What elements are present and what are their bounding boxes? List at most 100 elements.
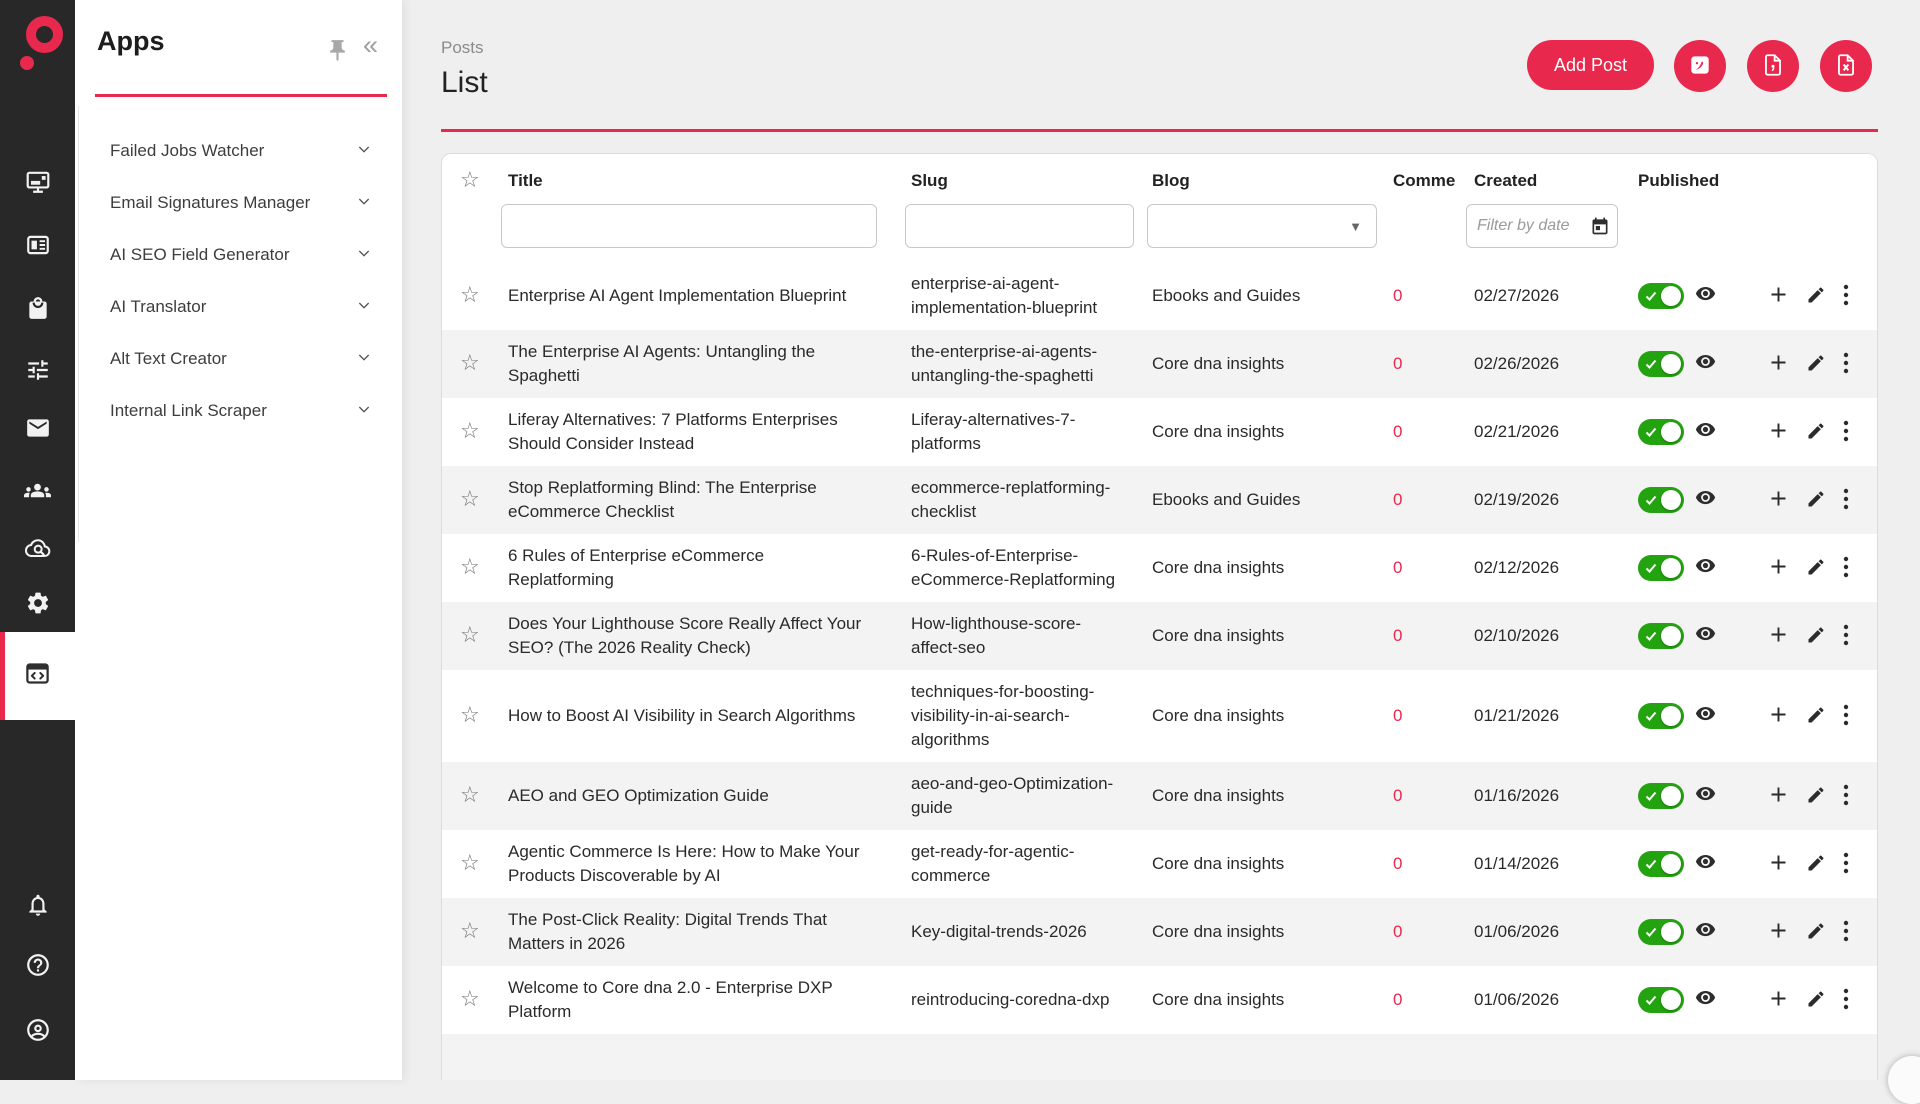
post-title[interactable]: Welcome to Core dna 2.0 - Enterprise DXP…	[486, 976, 896, 1024]
published-toggle[interactable]	[1638, 851, 1684, 877]
collapse-panel-icon[interactable]: «	[363, 30, 376, 61]
preview-eye-icon[interactable]	[1695, 283, 1716, 309]
post-title[interactable]: Does Your Lighthouse Score Really Affect…	[486, 612, 896, 660]
add-child-button[interactable]	[1768, 624, 1789, 648]
preview-eye-icon[interactable]	[1695, 703, 1716, 729]
favorite-star-icon[interactable]: ☆	[460, 986, 480, 1011]
post-title[interactable]: Agentic Commerce Is Here: How to Make Yo…	[486, 840, 896, 888]
edit-button[interactable]	[1806, 785, 1826, 808]
row-menu-button[interactable]	[1843, 488, 1849, 513]
published-toggle[interactable]	[1638, 351, 1684, 377]
favorite-star-icon[interactable]: ☆	[460, 554, 480, 579]
favorite-star-icon[interactable]: ☆	[460, 282, 480, 307]
post-title[interactable]: 6 Rules of Enterprise eCommerce Replatfo…	[486, 544, 896, 592]
edit-button[interactable]	[1806, 557, 1826, 580]
row-menu-button[interactable]	[1843, 920, 1849, 945]
favorite-star-icon[interactable]: ☆	[460, 782, 480, 807]
floating-corner-widget[interactable]	[1888, 1056, 1920, 1104]
favorite-star-icon[interactable]: ☆	[460, 350, 480, 375]
edit-button[interactable]	[1806, 705, 1826, 728]
row-menu-button[interactable]	[1843, 352, 1849, 377]
preview-eye-icon[interactable]	[1695, 851, 1716, 877]
sidebar-item-content[interactable]	[0, 219, 75, 271]
favorite-star-icon[interactable]: ☆	[460, 486, 480, 511]
edit-button[interactable]	[1806, 921, 1826, 944]
favorite-star-icon[interactable]: ☆	[460, 702, 480, 727]
edit-button[interactable]	[1806, 625, 1826, 648]
apps-menu-item[interactable]: Alt Text Creator	[75, 333, 402, 385]
add-child-button[interactable]	[1768, 988, 1789, 1012]
add-child-button[interactable]	[1768, 488, 1789, 512]
row-menu-button[interactable]	[1843, 704, 1849, 729]
preview-eye-icon[interactable]	[1695, 783, 1716, 809]
edit-button[interactable]	[1806, 421, 1826, 444]
sidebar-item-cloud-search[interactable]	[0, 522, 75, 574]
row-menu-button[interactable]	[1843, 284, 1849, 309]
preview-eye-icon[interactable]	[1695, 987, 1716, 1013]
row-menu-button[interactable]	[1843, 852, 1849, 877]
apps-menu-item[interactable]: Failed Jobs Watcher	[75, 125, 402, 177]
preview-eye-icon[interactable]	[1695, 419, 1716, 445]
sidebar-item-users[interactable]	[0, 464, 75, 516]
row-menu-button[interactable]	[1843, 556, 1849, 581]
preview-eye-icon[interactable]	[1695, 919, 1716, 945]
edit-button[interactable]	[1806, 285, 1826, 308]
published-toggle[interactable]	[1638, 703, 1684, 729]
apps-menu-item[interactable]: Email Signatures Manager	[75, 177, 402, 229]
apps-menu-item[interactable]: Internal Link Scraper	[75, 385, 402, 437]
add-post-button[interactable]: Add Post	[1527, 40, 1654, 90]
sidebar-item-help[interactable]	[0, 939, 75, 991]
add-child-button[interactable]	[1768, 352, 1789, 376]
add-child-button[interactable]	[1768, 784, 1789, 808]
export-excel-button[interactable]	[1820, 40, 1872, 92]
sidebar-item-mail[interactable]	[0, 402, 75, 454]
sidebar-item-settings-tune[interactable]	[0, 344, 75, 396]
title-filter-input[interactable]	[501, 204, 877, 248]
preview-eye-icon[interactable]	[1695, 623, 1716, 649]
preview-eye-icon[interactable]	[1695, 351, 1716, 377]
published-toggle[interactable]	[1638, 555, 1684, 581]
favorite-star-icon[interactable]: ☆	[460, 850, 480, 875]
sidebar-item-dashboard[interactable]	[0, 156, 75, 208]
edit-button[interactable]	[1806, 853, 1826, 876]
row-menu-button[interactable]	[1843, 624, 1849, 649]
sidebar-item-notifications[interactable]	[0, 879, 75, 931]
edit-button[interactable]	[1806, 989, 1826, 1012]
published-toggle[interactable]	[1638, 283, 1684, 309]
sidebar-item-settings[interactable]	[0, 577, 75, 629]
add-child-button[interactable]	[1768, 556, 1789, 580]
published-toggle[interactable]	[1638, 783, 1684, 809]
favorite-star-icon[interactable]: ☆	[460, 918, 480, 943]
pin-icon[interactable]	[325, 38, 350, 68]
post-title[interactable]: Enterprise AI Agent Implementation Bluep…	[486, 284, 896, 308]
add-child-button[interactable]	[1768, 420, 1789, 444]
published-toggle[interactable]	[1638, 919, 1684, 945]
post-title[interactable]: Stop Replatforming Blind: The Enterprise…	[486, 476, 896, 524]
published-toggle[interactable]	[1638, 487, 1684, 513]
post-title[interactable]: AEO and GEO Optimization Guide	[486, 784, 896, 808]
add-child-button[interactable]	[1768, 920, 1789, 944]
sidebar-item-account[interactable]	[0, 1004, 75, 1056]
published-toggle[interactable]	[1638, 623, 1684, 649]
sidebar-item-apps-active[interactable]	[0, 632, 75, 720]
export-csv-button[interactable]	[1747, 40, 1799, 92]
row-menu-button[interactable]	[1843, 988, 1849, 1013]
post-title[interactable]: The Enterprise AI Agents: Untangling the…	[486, 340, 896, 388]
apps-menu-item[interactable]: AI Translator	[75, 281, 402, 333]
slug-filter-input[interactable]	[905, 204, 1134, 248]
post-title[interactable]: How to Boost AI Visibility in Search Alg…	[486, 704, 896, 728]
row-menu-button[interactable]	[1843, 784, 1849, 809]
post-title[interactable]: The Post-Click Reality: Digital Trends T…	[486, 908, 896, 956]
blog-filter-select[interactable]: ▼	[1147, 204, 1377, 248]
edit-button[interactable]	[1806, 489, 1826, 512]
apps-menu-item[interactable]: AI SEO Field Generator	[75, 229, 402, 281]
add-child-button[interactable]	[1768, 852, 1789, 876]
preview-eye-icon[interactable]	[1695, 487, 1716, 513]
published-toggle[interactable]	[1638, 419, 1684, 445]
row-menu-button[interactable]	[1843, 420, 1849, 445]
favorite-star-icon[interactable]: ☆	[460, 418, 480, 443]
add-child-button[interactable]	[1768, 704, 1789, 728]
post-title[interactable]: Liferay Alternatives: 7 Platforms Enterp…	[486, 408, 896, 456]
favorite-star-icon[interactable]: ☆	[460, 622, 480, 647]
published-toggle[interactable]	[1638, 987, 1684, 1013]
